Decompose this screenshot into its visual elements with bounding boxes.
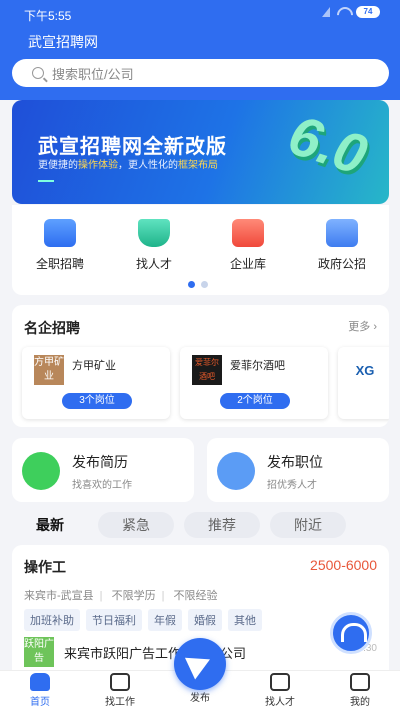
- page-dot: [201, 281, 208, 288]
- job-tag: 年假: [148, 609, 182, 631]
- page-indicator: [188, 281, 208, 288]
- category-grid: 全职招聘 找人才 企业库 政府公招: [12, 205, 389, 295]
- app-title: 武宣招聘网: [28, 34, 98, 50]
- post-resume-title: 发布简历: [72, 454, 128, 470]
- chevron-right-icon: ›: [373, 321, 377, 333]
- publish-plane-icon[interactable]: [174, 638, 226, 690]
- job-tag: 婚假: [188, 609, 222, 631]
- tab-home[interactable]: 首页: [10, 673, 70, 708]
- category-fulltime[interactable]: 全职招聘: [30, 219, 90, 272]
- post-job-card[interactable]: 发布职位 招优秀人才: [207, 438, 389, 502]
- smile-face-icon: [22, 452, 60, 490]
- job-tag: 其他: [228, 609, 262, 631]
- signal-icon: [316, 7, 330, 17]
- job-title: 操作工: [24, 559, 66, 575]
- company-book-icon: [232, 219, 264, 247]
- category-company[interactable]: 企业库: [218, 219, 278, 272]
- post-resume-card[interactable]: 发布简历 找喜欢的工作: [12, 438, 194, 502]
- document-icon: [326, 219, 358, 247]
- promo-banner[interactable]: 武宣招聘网全新改版 更便捷的操作体验，更人性化的框架布局 6.0: [12, 100, 389, 204]
- user-icon: [350, 673, 370, 691]
- company-card[interactable]: 爱菲尔酒吧 爱菲尔酒吧 2个岗位: [180, 347, 328, 419]
- search-bar[interactable]: 搜索职位/公司: [12, 59, 389, 87]
- company-name: 爱菲尔酒吧: [230, 360, 285, 372]
- briefcase-round-icon: [217, 452, 255, 490]
- tab-find-job[interactable]: 找工作: [90, 673, 150, 708]
- category-talent[interactable]: 找人才: [124, 219, 184, 272]
- customer-service-icon[interactable]: [330, 612, 372, 654]
- search-person-icon: [270, 673, 290, 691]
- company-logo: 爱菲尔酒吧: [192, 355, 222, 385]
- post-job-subtitle: 招优秀人才: [267, 480, 317, 491]
- post-job-title: 发布职位: [267, 454, 323, 470]
- company-card[interactable]: 方甲矿业 方甲矿业 3个岗位: [22, 347, 170, 419]
- banner-underline: [38, 180, 54, 182]
- filter-recommend[interactable]: 推荐: [184, 512, 260, 538]
- job-tag: 加班补助: [24, 609, 80, 631]
- home-icon: [30, 673, 50, 691]
- graduation-cap-icon: [138, 219, 170, 247]
- tab-find-talent[interactable]: 找人才: [250, 673, 310, 708]
- status-time: 下午5:55: [24, 9, 72, 23]
- tab-mine[interactable]: 我的: [330, 673, 390, 708]
- company-name: 方甲矿业: [72, 360, 116, 372]
- famous-companies-section: 名企招聘 更多 › 方甲矿业 方甲矿业 3个岗位 爱菲尔酒吧 爱菲尔酒吧 2个岗…: [12, 305, 389, 427]
- section-title: 名企招聘: [24, 320, 80, 336]
- search-icon: [32, 67, 44, 79]
- search-placeholder: 搜索职位/公司: [52, 66, 134, 82]
- filter-latest[interactable]: 最新: [12, 512, 88, 538]
- company-logo: XG: [350, 355, 380, 385]
- job-meta: 来宾市-武宣县 | 不限学历 | 不限经验: [24, 590, 218, 602]
- status-bar: 下午5:55 74: [0, 0, 400, 28]
- filter-nearby[interactable]: 附近: [270, 512, 346, 538]
- more-link[interactable]: 更多 ›: [348, 318, 377, 334]
- company-card[interactable]: XG: [338, 347, 389, 419]
- jobs-count-button[interactable]: 3个岗位: [62, 393, 132, 409]
- tab-publish[interactable]: 发布: [170, 689, 230, 704]
- filter-urgent[interactable]: 紧急: [98, 512, 174, 538]
- company-logo: 跃阳广告: [24, 637, 54, 667]
- page-dot-active: [188, 281, 195, 288]
- briefcase-tab-icon: [110, 673, 130, 691]
- wifi-icon: [336, 7, 350, 17]
- jobs-count-button[interactable]: 2个岗位: [220, 393, 290, 409]
- job-tag: 节日福利: [86, 609, 142, 631]
- battery-icon: 74: [356, 6, 380, 18]
- banner-version-graphic: 6.0: [281, 102, 375, 187]
- filter-tabs: 最新 紧急 推荐 附近: [12, 512, 389, 538]
- banner-title: 武宣招聘网全新改版: [38, 136, 227, 158]
- company-logo: 方甲矿业: [34, 355, 64, 385]
- job-tags: 加班补助 节日福利 年假 婚假 其他: [24, 609, 262, 631]
- job-salary: 2500-6000: [310, 557, 377, 573]
- banner-subtitle: 更便捷的操作体验，更人性化的框架布局: [38, 160, 218, 171]
- post-resume-subtitle: 找喜欢的工作: [72, 480, 132, 491]
- category-government[interactable]: 政府公招: [312, 219, 372, 272]
- briefcase-icon: [44, 219, 76, 247]
